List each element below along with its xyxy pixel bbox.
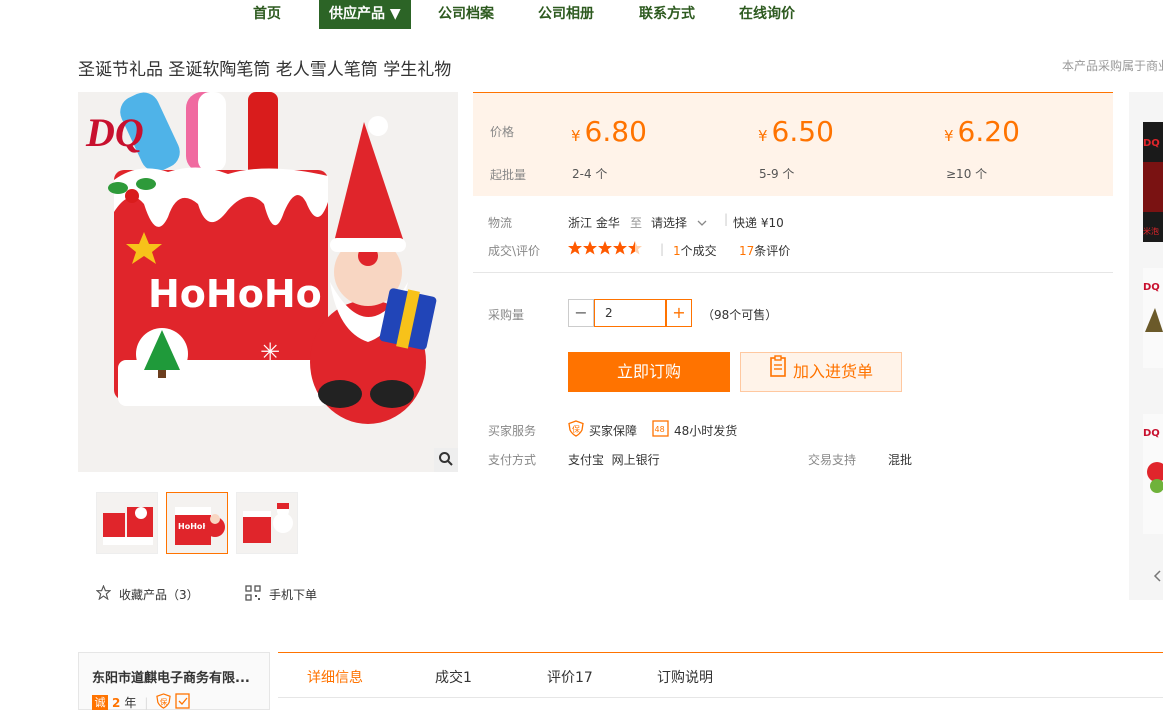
buy-now-button[interactable]: 立即订购 [568, 352, 730, 392]
ship-from: 浙江 金华 [568, 216, 620, 230]
nav-company-album[interactable]: 公司相册 [528, 0, 604, 29]
rating-star-icon [583, 241, 597, 255]
verified-icon [175, 693, 191, 710]
quantity-label: 采购量 [488, 308, 525, 322]
page: 首页 供应产品 ▼ 公司档案 公司相册 联系方式 在线询价 圣诞节礼品 圣诞软陶… [0, 0, 1163, 710]
rating-stars [568, 240, 644, 259]
shield-icon: 保 [568, 420, 584, 440]
reviews-count[interactable]: 17条评价 [739, 242, 790, 259]
tab-reviews[interactable]: 评价17 [547, 667, 593, 687]
price-tier-1: ¥6.80 [571, 115, 647, 148]
trade-support-label: 交易支持 [808, 453, 857, 467]
company-badges: 诚 2 年 | 保 [92, 693, 191, 710]
svg-text:DQ: DQ [1143, 428, 1160, 439]
svg-text:米泡: 米泡 [1143, 226, 1159, 236]
pen-holder-illustration: HoHoHo ✳ DQ [78, 92, 458, 472]
recommend-item-1[interactable]: DQ 米泡 [1143, 122, 1163, 242]
service-48h-delivery[interactable]: 48 48小时发货 [652, 420, 737, 440]
service-buyer-protection[interactable]: 保 买家保障 [568, 420, 637, 440]
svg-text:DQ: DQ [1143, 282, 1160, 293]
company-card: 东阳市道麒电子商务有限... 诚 2 年 | 保 [78, 652, 270, 710]
nav-inquiry[interactable]: 在线询价 [729, 0, 805, 29]
years-count: 2 [112, 695, 121, 710]
company-name[interactable]: 东阳市道麒电子商务有限... [92, 667, 250, 686]
quantity-input[interactable]: 2 [594, 299, 666, 327]
top-note: 本产品采购属于商业 [1062, 59, 1163, 73]
price-tier-3: ¥6.20 [944, 115, 1020, 148]
tab-deals[interactable]: 成交1 [435, 667, 472, 687]
trust-badge: 诚 [92, 694, 108, 710]
quantity-stepper: − 2 + [568, 299, 692, 327]
price-panel: 价格 起批量 ¥6.80 2-4 个 ¥6.50 5-9 个 ¥6.20 ≥10… [473, 92, 1113, 196]
clipboard-icon [769, 353, 787, 391]
svg-text:✳: ✳ [260, 338, 280, 366]
deals-count[interactable]: 1个成交 [673, 242, 717, 259]
svg-text:保: 保 [572, 424, 580, 434]
svg-text:保: 保 [160, 697, 168, 706]
mobile-order-label: 手机下单 [269, 588, 318, 602]
qty-tier-3: ≥10 个 [946, 167, 988, 181]
search-icon [438, 451, 454, 470]
nav-contact[interactable]: 联系方式 [629, 0, 705, 29]
nav-home[interactable]: 首页 [243, 0, 291, 29]
years-unit: 年 [124, 696, 137, 710]
nav-products[interactable]: 供应产品 ▼ [319, 0, 411, 29]
top-nav: 首页 供应产品 ▼ 公司档案 公司相册 联系方式 在线询价 [0, 0, 1163, 30]
separator-2: | [660, 242, 665, 256]
payment-methods: 支付宝 网上银行 [568, 453, 660, 467]
svg-text:48: 48 [655, 425, 665, 434]
shield-icon: 保 [156, 693, 172, 710]
rating-star-icon [598, 241, 612, 255]
divider [473, 272, 1113, 273]
thumbnail-1[interactable] [96, 492, 158, 554]
min-qty-label: 起批量 [490, 168, 527, 182]
zoom-button[interactable] [434, 448, 458, 472]
nav-company-profile[interactable]: 公司档案 [428, 0, 504, 29]
recommend-item-3[interactable]: DQ [1143, 414, 1163, 534]
trade-support-value: 混批 [888, 453, 913, 467]
increase-button[interactable]: + [666, 299, 692, 327]
detail-tabs: 详细信息 成交1 评价17 订购说明 [278, 652, 1163, 698]
tab-details[interactable]: 详细信息 [307, 667, 363, 687]
tab-order-notes[interactable]: 订购说明 [657, 667, 713, 687]
product-title: 圣诞节礼品 圣诞软陶笔筒 老人雪人笔筒 学生礼物 [78, 60, 452, 80]
dq-logo: DQ [85, 110, 144, 155]
deal-label: 成交\评价 [488, 244, 541, 258]
price-label: 价格 [490, 125, 515, 139]
price-tier-2: ¥6.50 [758, 115, 834, 148]
decrease-button[interactable]: − [568, 299, 594, 327]
qty-tier-1: 2-4 个 [572, 167, 608, 181]
separator: | [724, 212, 729, 226]
rating-star-icon [568, 241, 582, 255]
ship-to-word: 至 [630, 216, 643, 230]
qr-code-icon [245, 585, 261, 604]
separator-3: | [144, 695, 149, 710]
thumbnail-3[interactable] [236, 492, 298, 554]
rating-star-icon [628, 241, 642, 255]
recommend-item-2[interactable]: DQ [1143, 268, 1163, 368]
chevron-down-icon [697, 216, 707, 230]
favorite-label: 收藏产品（3） [119, 587, 199, 602]
hohoho-text: HoHoHo [148, 272, 322, 316]
thumbnail-2[interactable]: HoHoHo [166, 492, 228, 554]
qty-tier-2: 5-9 个 [759, 167, 795, 181]
favorite-link[interactable]: 收藏产品（3） [95, 584, 199, 603]
add-to-cart-button[interactable]: 加入进货单 [740, 352, 902, 392]
rating-star-icon [613, 241, 627, 255]
add-to-cart-label: 加入进货单 [792, 362, 873, 381]
chevron-left-icon[interactable] [1153, 570, 1161, 585]
available-stock: （98个可售） [702, 308, 778, 322]
payment-label: 支付方式 [488, 453, 537, 467]
svg-text:DQ: DQ [1143, 138, 1160, 149]
star-outline-icon [95, 584, 112, 603]
product-main-image[interactable]: HoHoHo ✳ DQ [78, 92, 458, 472]
clock-48-icon: 48 [652, 420, 669, 440]
destination-select[interactable]: 请选择 [651, 214, 707, 231]
services-label: 买家服务 [488, 424, 537, 438]
logistics-label: 物流 [488, 216, 513, 230]
recommend-strip: DQ 米泡 DQ DQ [1129, 92, 1163, 600]
express-fee: 快递 ¥10 [733, 216, 784, 230]
mobile-order-link[interactable]: 手机下单 [245, 585, 317, 604]
